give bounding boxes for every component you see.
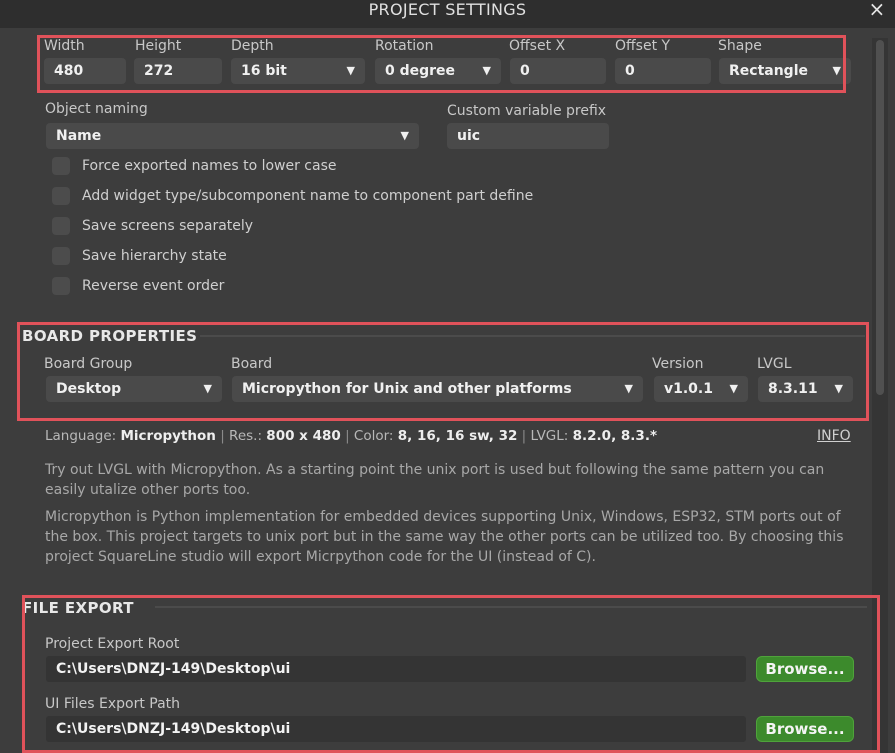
board-info-line: Language: Micropython | Res.: 800 x 480 …	[45, 428, 657, 444]
section-divider	[155, 606, 867, 608]
chevron-down-icon: ▼	[346, 64, 355, 77]
board-description-2: Micropython is Python implementation for…	[45, 509, 844, 565]
language-label: Language:	[45, 428, 117, 444]
save-hierarchy-state-label: Save hierarchy state	[82, 248, 227, 264]
chevron-down-icon: ▼	[482, 64, 491, 77]
color-label: Color:	[353, 428, 394, 444]
board-properties-heading: BOARD PROPERTIES	[22, 327, 198, 345]
board-group-label: Board Group	[44, 356, 133, 372]
offset-y-label: Offset Y	[615, 38, 671, 54]
lowercase-names-checkbox[interactable]	[52, 157, 70, 175]
lvgl-support-label: LVGL:	[530, 428, 569, 444]
version-value: v1.0.1	[664, 381, 713, 397]
export-root-label: Project Export Root	[45, 636, 180, 652]
depth-label: Depth	[231, 38, 274, 54]
lvgl-dropdown[interactable]: 8.3.11 ▼	[758, 376, 853, 402]
ui-path-label: UI Files Export Path	[45, 696, 181, 712]
version-dropdown[interactable]: v1.0.1 ▼	[654, 376, 748, 402]
reverse-event-order-checkbox[interactable]	[52, 277, 70, 295]
offset-y-input[interactable]: 0	[615, 58, 711, 84]
board-description-1: Try out LVGL with Micropython. As a star…	[45, 462, 825, 498]
widget-type-define-label: Add widget type/subcomponent name to com…	[82, 188, 534, 204]
offset-x-label: Offset X	[509, 38, 566, 54]
height-label: Height	[135, 38, 182, 54]
board-dropdown[interactable]: Micropython for Unix and other platforms…	[232, 376, 643, 402]
info-separator: |	[220, 428, 225, 444]
res-value: 800 x 480	[266, 428, 341, 444]
board-group-value: Desktop	[56, 381, 122, 397]
widget-type-define-checkbox[interactable]	[52, 187, 70, 205]
export-root-input[interactable]: C:\Users\DNZJ-149\Desktop\ui	[46, 656, 746, 682]
board-value: Micropython for Unix and other platforms	[242, 381, 572, 397]
reverse-event-order-label: Reverse event order	[82, 278, 225, 294]
object-naming-value: Name	[56, 128, 102, 144]
color-value: 8, 16, 16 sw, 32	[397, 428, 518, 444]
width-input[interactable]: 480	[44, 58, 126, 84]
chevron-down-icon: ▼	[203, 382, 212, 395]
window-title: PROJECT SETTINGS	[368, 0, 527, 19]
scrollbar[interactable]	[872, 38, 888, 753]
prefix-input[interactable]: uic	[447, 123, 609, 149]
save-screens-separately-label: Save screens separately	[82, 218, 254, 234]
height-input[interactable]: 272	[134, 58, 222, 84]
offset-x-input[interactable]: 0	[510, 58, 606, 84]
version-label: Version	[652, 356, 704, 372]
board-group-dropdown[interactable]: Desktop ▼	[46, 376, 222, 402]
lvgl-support-value: 8.2.0, 8.3.*	[572, 428, 658, 444]
info-link[interactable]: INFO	[817, 428, 851, 444]
res-label: Res.:	[229, 428, 262, 444]
prefix-label: Custom variable prefix	[447, 103, 607, 119]
save-screens-separately-checkbox[interactable]	[52, 217, 70, 235]
shape-dropdown[interactable]: Rectangle ▼	[719, 58, 851, 84]
scrollbar-thumb[interactable]	[876, 40, 884, 395]
chevron-down-icon: ▼	[834, 382, 843, 395]
chevron-down-icon: ▼	[832, 64, 841, 77]
lowercase-names-label: Force exported names to lower case	[82, 158, 337, 174]
rotation-label: Rotation	[375, 38, 434, 54]
info-separator: |	[345, 428, 350, 444]
lvgl-label: LVGL	[757, 356, 792, 372]
rotation-value: 0 degree	[385, 63, 456, 79]
section-divider	[200, 335, 865, 337]
info-separator: |	[521, 428, 527, 444]
title-bar: PROJECT SETTINGS ×	[0, 0, 895, 28]
chevron-down-icon: ▼	[624, 382, 633, 395]
object-naming-dropdown[interactable]: Name ▼	[46, 123, 419, 149]
shape-label: Shape	[718, 38, 762, 54]
file-export-heading: FILE EXPORT	[22, 599, 134, 617]
depth-dropdown[interactable]: 16 bit ▼	[231, 58, 365, 84]
save-hierarchy-state-checkbox[interactable]	[52, 247, 70, 265]
shape-value: Rectangle	[729, 63, 808, 79]
width-label: Width	[44, 38, 85, 54]
chevron-down-icon: ▼	[400, 129, 409, 142]
lvgl-value: 8.3.11	[768, 381, 818, 397]
object-naming-label: Object naming	[45, 101, 148, 117]
export-root-browse-button[interactable]: Browse...	[756, 656, 854, 682]
close-icon[interactable]: ×	[867, 0, 887, 20]
rotation-dropdown[interactable]: 0 degree ▼	[375, 58, 501, 84]
chevron-down-icon: ▼	[729, 382, 738, 395]
ui-path-input[interactable]: C:\Users\DNZJ-149\Desktop\ui	[46, 716, 746, 742]
language-value: Micropython	[120, 428, 216, 444]
depth-value: 16 bit	[241, 63, 287, 79]
board-label: Board	[231, 356, 273, 372]
ui-path-browse-button[interactable]: Browse...	[756, 716, 854, 742]
